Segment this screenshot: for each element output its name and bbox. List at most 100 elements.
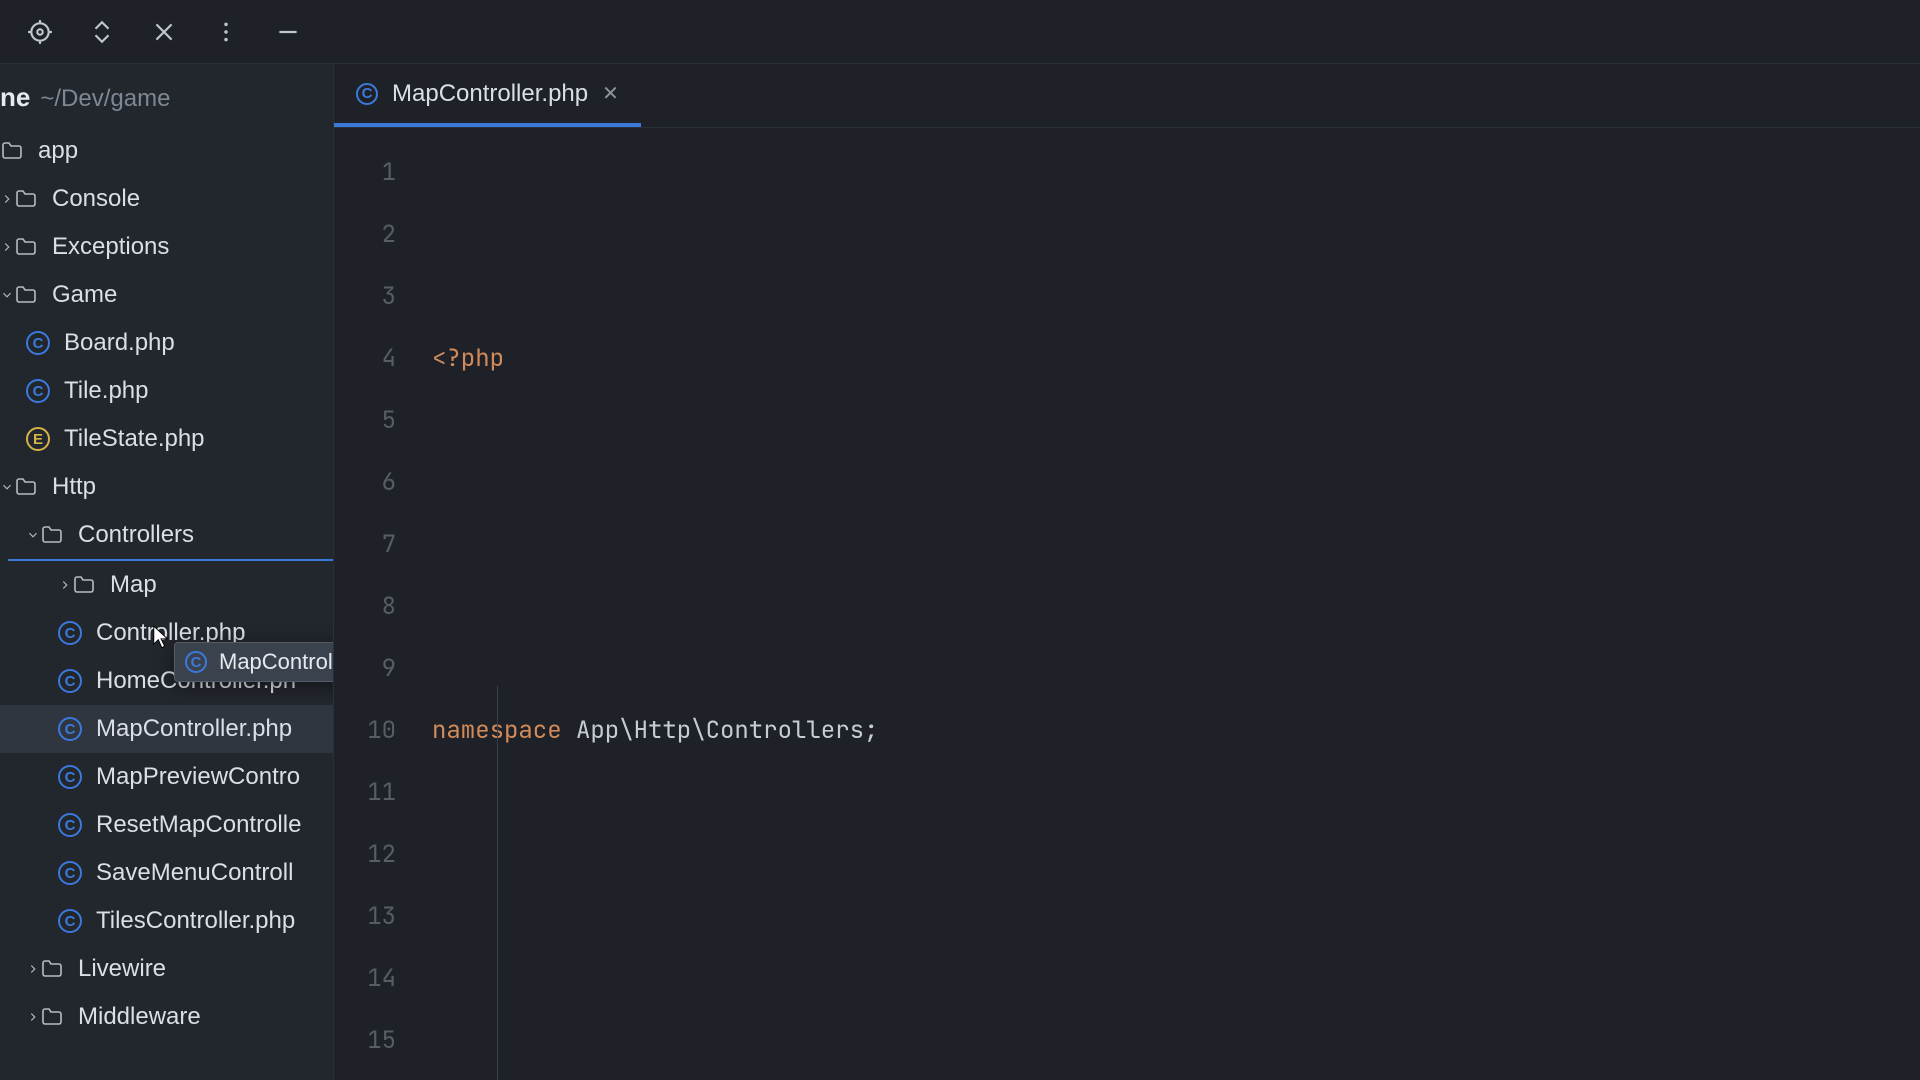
file-resetmapcontroller[interactable]: C ResetMapControlle xyxy=(0,801,333,849)
line-number: 3 xyxy=(334,266,424,328)
line-number: 16 xyxy=(334,1072,424,1080)
line-number: 6 xyxy=(334,452,424,514)
cursor-icon xyxy=(152,624,170,650)
folder-label: Map xyxy=(110,571,157,599)
sidebar-toolbar xyxy=(0,0,1920,64)
folder-label: Livewire xyxy=(78,955,166,983)
tab-title: MapController.php xyxy=(392,80,588,108)
file-tilestate[interactable]: E TileState.php xyxy=(0,415,333,463)
class-icon: C xyxy=(58,765,82,789)
folder-label: Controllers xyxy=(78,521,194,549)
folder-icon xyxy=(40,957,64,981)
file-label: TilesController.php xyxy=(96,907,295,935)
file-label: TileState.php xyxy=(64,425,205,453)
folder-console[interactable]: Console xyxy=(0,175,333,223)
chevron-right-icon xyxy=(26,955,40,983)
folder-middleware[interactable]: Middleware xyxy=(0,993,333,1041)
chevron-down-icon xyxy=(0,473,14,501)
class-icon: C xyxy=(58,621,82,645)
folder-game[interactable]: Game xyxy=(0,271,333,319)
line-number: 12 xyxy=(334,824,424,886)
code-line xyxy=(424,514,1920,576)
file-label: MapController.php xyxy=(96,715,292,743)
file-tilescontroller[interactable]: C TilesController.php xyxy=(0,897,333,945)
gutter: 1 2 3 4 5 6 7 8 9 10 11 12 13 14 15 16 xyxy=(334,128,424,1080)
editor-area: C MapController.php ✕ 1 2 3 4 5 6 7 8 9 … xyxy=(334,64,1920,1080)
file-label: ResetMapControlle xyxy=(96,811,301,839)
code-line: <?php xyxy=(424,328,1920,390)
folder-exceptions[interactable]: Exceptions xyxy=(0,223,333,271)
file-mapcontroller[interactable]: C MapController.php xyxy=(0,705,333,753)
folder-http[interactable]: Http xyxy=(0,463,333,511)
project-name: ne xyxy=(0,82,30,113)
close-tab-icon[interactable]: ✕ xyxy=(602,81,619,106)
folder-label: Exceptions xyxy=(52,233,169,261)
folder-icon xyxy=(40,523,64,547)
folder-icon xyxy=(72,573,96,597)
line-number: 15 xyxy=(334,1010,424,1072)
code-line: use App\Map\MapGame; xyxy=(424,1072,1920,1080)
folder-label: Http xyxy=(52,473,96,501)
folder-livewire[interactable]: Livewire xyxy=(0,945,333,993)
line-number: 10 xyxy=(334,700,424,762)
chevron-right-icon xyxy=(26,1003,40,1031)
project-path: ~/Dev/game xyxy=(40,85,170,113)
class-icon: C xyxy=(58,861,82,885)
class-icon: C xyxy=(58,669,82,693)
code-line: namespace App\Http\Controllers; xyxy=(424,700,1920,762)
folder-icon xyxy=(14,475,38,499)
project-root[interactable]: ne ~/Dev/game xyxy=(0,64,333,127)
minimize-icon[interactable] xyxy=(274,18,302,46)
line-number: 2 xyxy=(334,204,424,266)
code-viewport[interactable]: 1 2 3 4 5 6 7 8 9 10 11 12 13 14 15 16 <… xyxy=(334,128,1920,1080)
line-number: 1 xyxy=(334,142,424,204)
drag-tooltip: C MapController.php xyxy=(174,642,334,682)
line-number: 8 xyxy=(334,576,424,638)
folder-app[interactable]: app xyxy=(0,127,333,175)
chevron-right-icon xyxy=(58,571,72,599)
class-icon: C xyxy=(26,331,50,355)
enum-icon: E xyxy=(26,427,50,451)
line-number: 13 xyxy=(334,886,424,948)
chevron-down-icon xyxy=(0,281,14,309)
folder-icon xyxy=(14,235,38,259)
line-number: 11 xyxy=(334,762,424,824)
tab-mapcontroller[interactable]: C MapController.php ✕ xyxy=(334,64,641,127)
chevron-right-icon xyxy=(0,185,14,213)
more-icon[interactable] xyxy=(212,18,240,46)
target-icon[interactable] xyxy=(26,18,54,46)
file-savemenucontroller[interactable]: C SaveMenuControll xyxy=(0,849,333,897)
chevron-down-icon xyxy=(26,521,40,549)
folder-label: app xyxy=(38,137,78,165)
file-label: Tile.php xyxy=(64,377,149,405)
drag-tooltip-label: MapController.php xyxy=(219,649,334,675)
indent-guide xyxy=(497,686,498,1080)
file-board[interactable]: C Board.php xyxy=(0,319,333,367)
class-icon: C xyxy=(26,379,50,403)
folder-icon xyxy=(14,187,38,211)
sort-icon[interactable] xyxy=(88,18,116,46)
class-icon: C xyxy=(185,651,207,673)
class-icon: C xyxy=(58,717,82,741)
class-icon: C xyxy=(58,813,82,837)
file-label: MapPreviewContro xyxy=(96,763,300,791)
file-label: SaveMenuControll xyxy=(96,859,293,887)
file-tile[interactable]: C Tile.php xyxy=(0,367,333,415)
folder-map[interactable]: Map xyxy=(0,561,333,609)
folder-label: Middleware xyxy=(78,1003,201,1031)
folder-icon xyxy=(0,139,24,163)
project-sidebar: ne ~/Dev/game app Console Exceptions Gam… xyxy=(0,64,334,1080)
line-number: 14 xyxy=(334,948,424,1010)
folder-label: Game xyxy=(52,281,117,309)
code-body[interactable]: <?php namespace App\Http\Controllers; us… xyxy=(424,128,1920,1080)
file-mappreviewcontroller[interactable]: C MapPreviewContro xyxy=(0,753,333,801)
class-icon: C xyxy=(58,909,82,933)
folder-label: Console xyxy=(52,185,140,213)
line-number: 7 xyxy=(334,514,424,576)
folder-controllers[interactable]: Controllers xyxy=(0,511,333,559)
line-number: 4 xyxy=(334,328,424,390)
close-icon[interactable] xyxy=(150,18,178,46)
line-number: 5 xyxy=(334,390,424,452)
folder-icon xyxy=(40,1005,64,1029)
line-number: 9 xyxy=(334,638,424,700)
